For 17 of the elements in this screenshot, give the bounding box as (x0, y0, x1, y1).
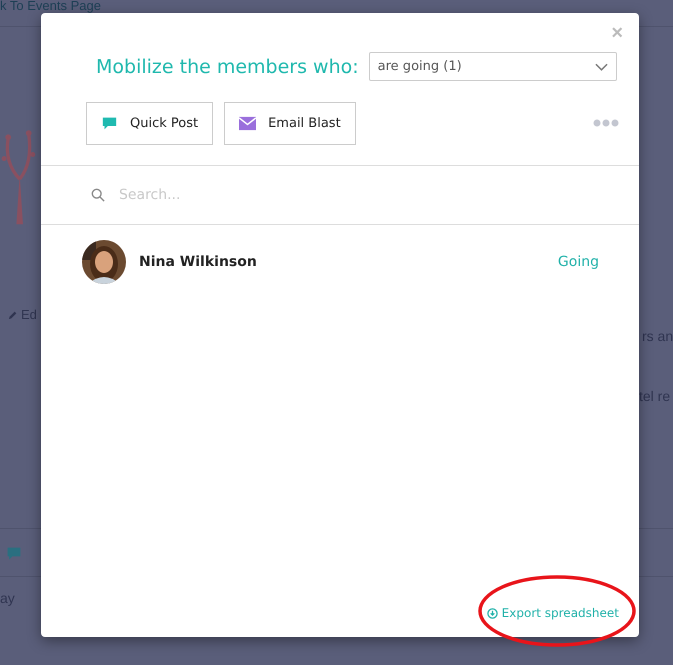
speech-bubble-icon (101, 116, 118, 130)
action-button[interactable]: Email Blast (224, 102, 356, 144)
download-icon (486, 608, 498, 618)
filter-dropdown[interactable]: are going (1) (368, 52, 617, 81)
export-link[interactable]: Export spreadsheet (486, 606, 619, 620)
member-status: Going (558, 254, 599, 270)
search-icon (91, 188, 105, 202)
envelope-icon (239, 116, 256, 130)
close-button[interactable]: × (611, 21, 623, 45)
more-icon[interactable] (593, 119, 619, 127)
modal-heading: Mobilize the members who: (96, 56, 359, 78)
chevron-down-icon (595, 62, 608, 70)
chat-icon (6, 546, 22, 562)
action-button[interactable]: Quick Post (86, 102, 214, 144)
member-name: Nina Wilkinson (139, 254, 258, 270)
back-link[interactable]: k To Events Page (0, 0, 101, 12)
pencil-icon (8, 310, 18, 320)
